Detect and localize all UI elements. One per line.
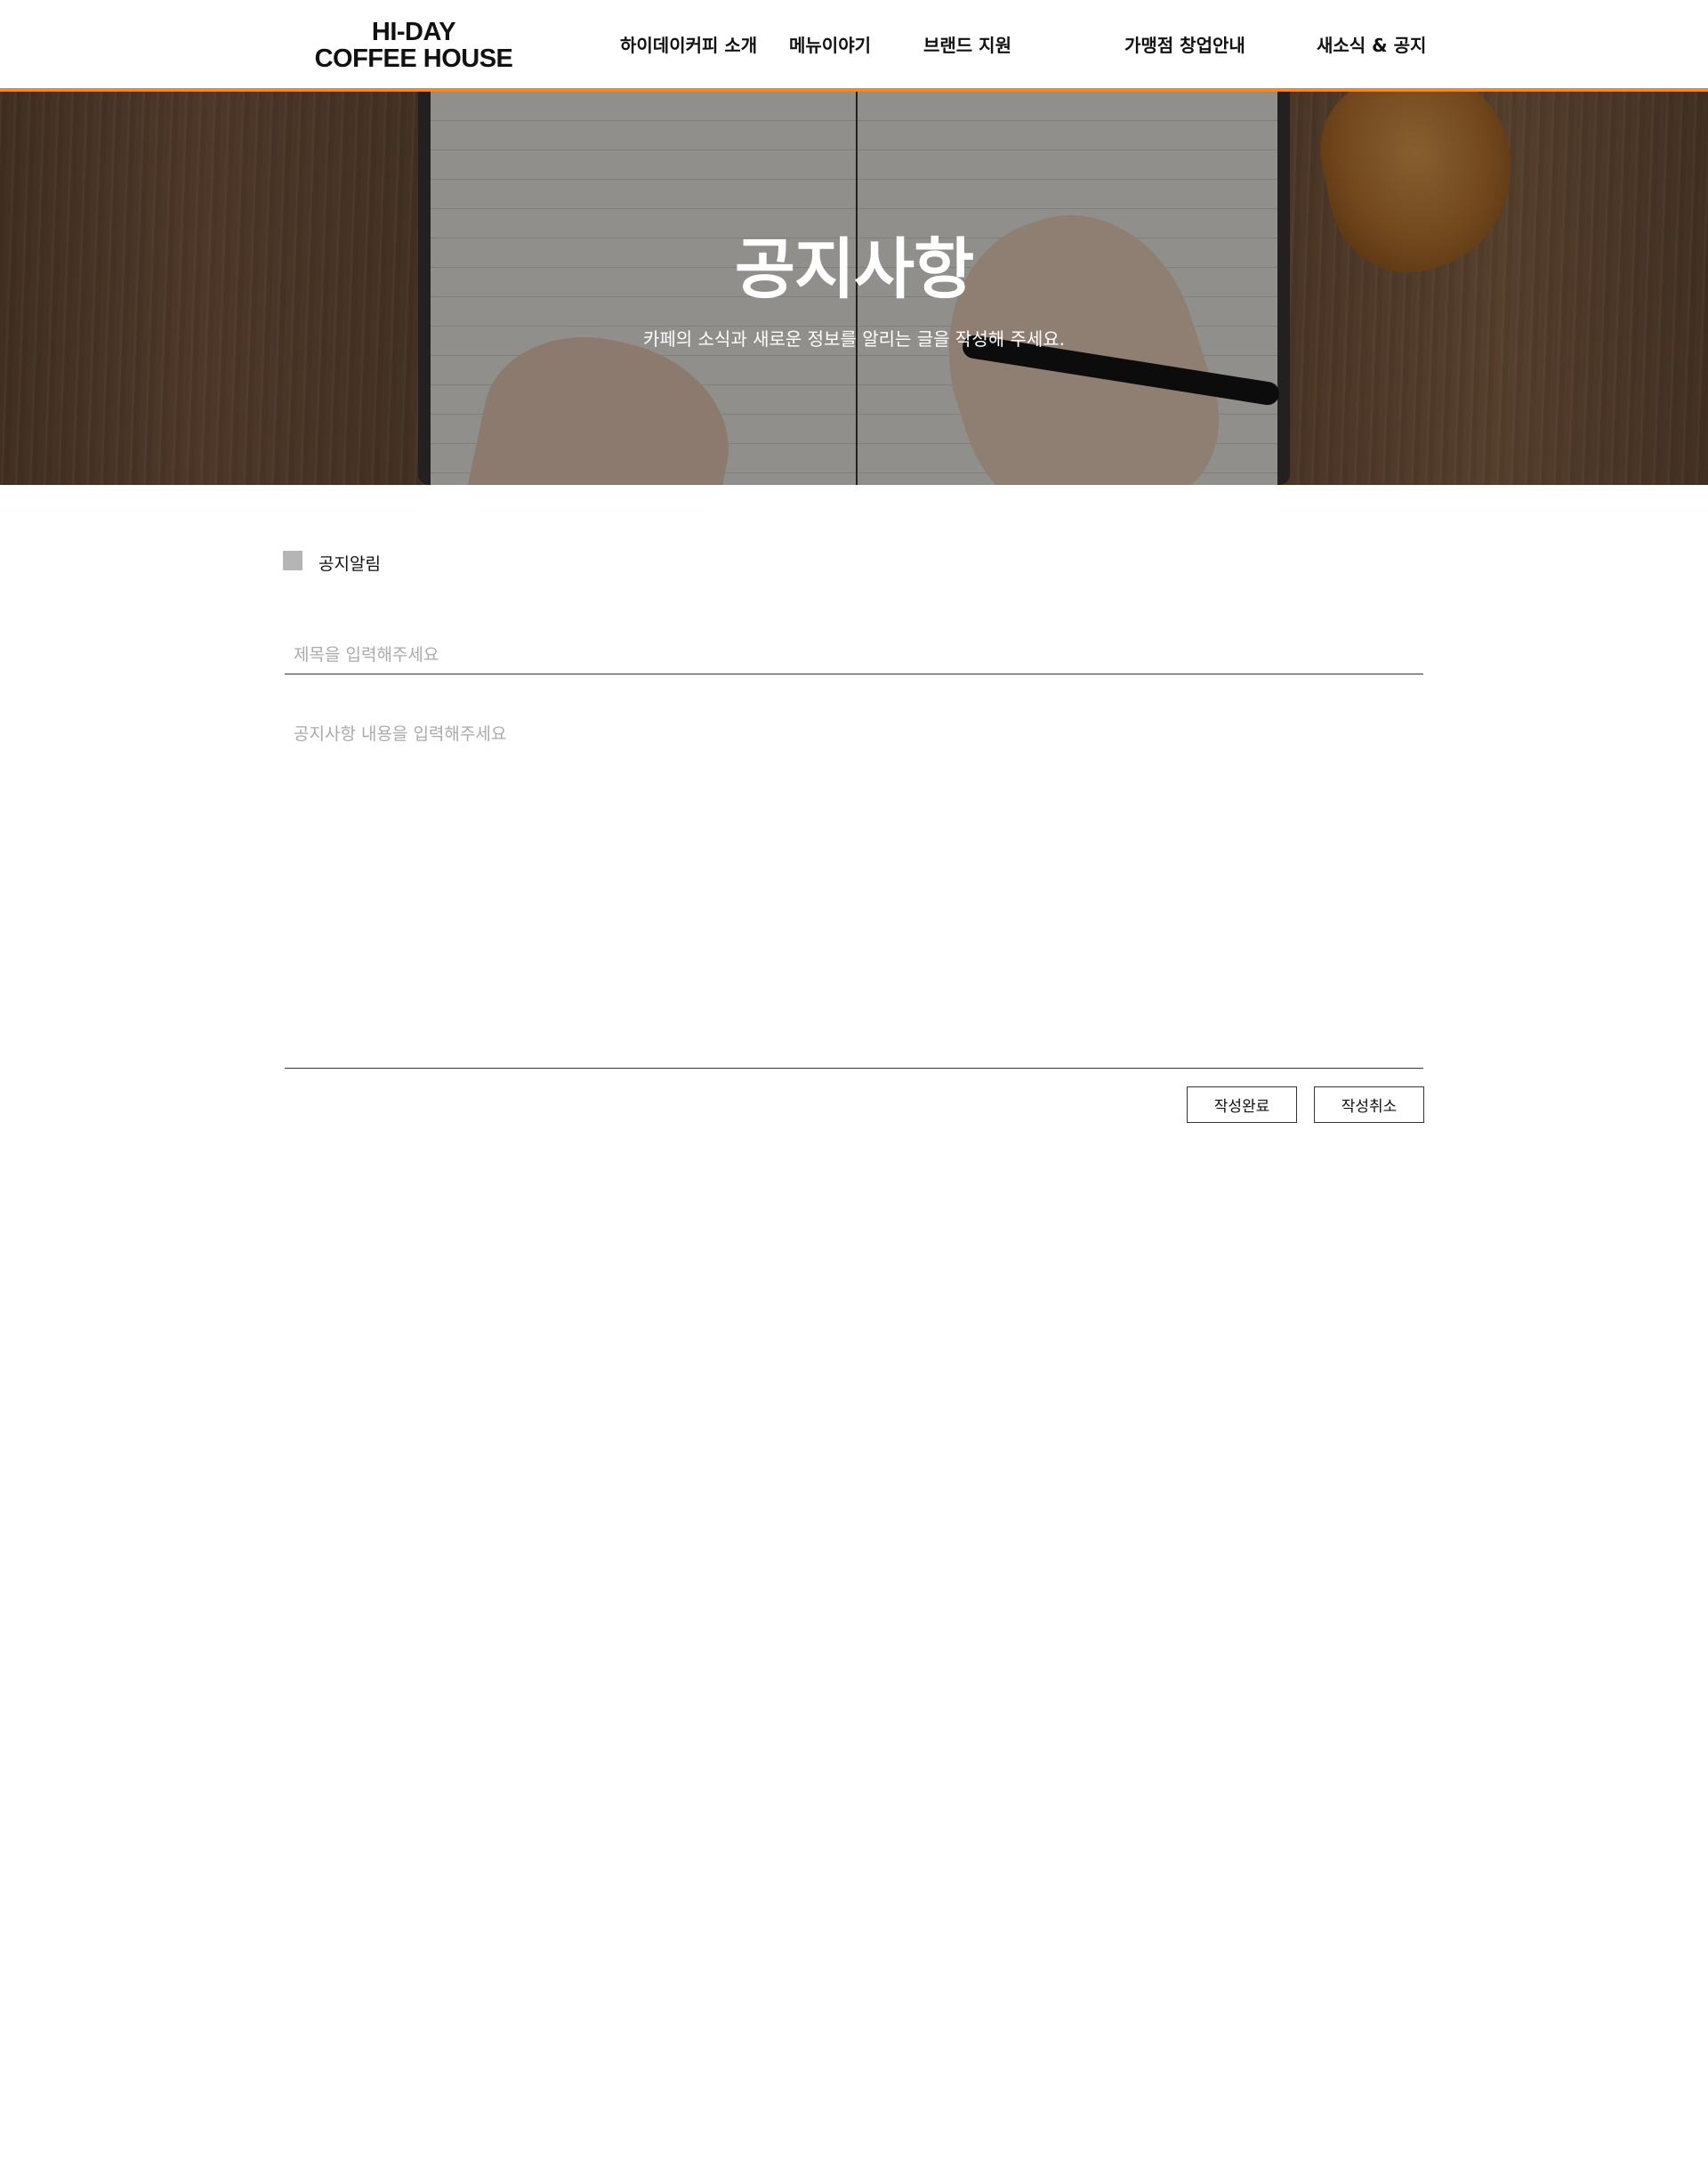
title-input[interactable] (285, 635, 1423, 674)
nav-item-about[interactable]: 하이데이커피 소개 (620, 31, 757, 57)
nav-item-menu[interactable]: 메뉴이야기 (789, 31, 871, 57)
nav-item-brand-support[interactable]: 브랜드 지원 (923, 31, 1011, 57)
hero-banner: 공지사항 카페의 소식과 새로운 정보를 알리는 글을 작성해 주세요. (0, 92, 1708, 485)
nav-item-franchise[interactable]: 가맹점 창업안내 (1124, 31, 1245, 57)
submit-button[interactable]: 작성완료 (1187, 1086, 1297, 1123)
page-title: 공지사항 (734, 231, 974, 308)
nav-item-news[interactable]: 새소식 & 공지 (1317, 31, 1426, 57)
site-header: HI-DAY COFFEE HOUSE 하이데이커피 소개 메뉴이야기 브랜드 … (0, 0, 1708, 92)
logo-line-2: COFFEE HOUSE (314, 44, 513, 73)
cancel-button[interactable]: 작성취소 (1314, 1086, 1424, 1123)
page-subtitle: 카페의 소식과 새로운 정보를 알리는 글을 작성해 주세요. (642, 328, 1066, 350)
notice-alert-checkbox[interactable] (283, 551, 302, 570)
notice-alert-label: 공지알림 (318, 554, 381, 574)
logo[interactable]: HI-DAY COFFEE HOUSE (311, 20, 516, 72)
logo-line-1: HI-DAY (371, 18, 456, 46)
content-textarea[interactable] (285, 710, 1423, 1069)
